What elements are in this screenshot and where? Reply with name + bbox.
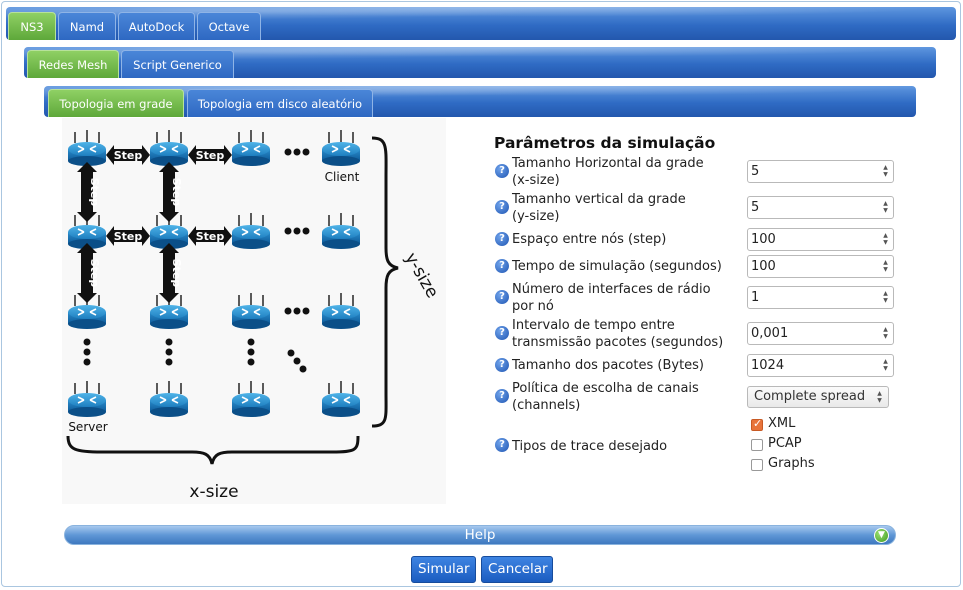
help-icon[interactable]: ?: [495, 259, 509, 273]
second-tabbar: Redes Mesh Script Generico: [24, 47, 936, 78]
help-icon[interactable]: ?: [495, 326, 509, 340]
grid-topology-diagram: Step Step Step Step Step Step Step Step …: [62, 118, 446, 504]
tab-topologia-disco[interactable]: Topologia em disco aleatório: [187, 89, 373, 117]
xml-checkbox[interactable]: [751, 417, 763, 431]
tab-namd[interactable]: Namd: [58, 12, 116, 40]
diagonal-ellipsis-icon: [287, 349, 307, 373]
tab-redes-mesh[interactable]: Redes Mesh: [27, 50, 119, 78]
server-label: Server: [68, 420, 107, 434]
step-label: Step: [114, 230, 143, 243]
help-icon[interactable]: ?: [495, 200, 509, 214]
field-label-y-size: Tamanho vertical da grade (y-size): [512, 192, 686, 224]
pcap-checkbox[interactable]: [751, 439, 763, 451]
spinner-arrows-icon[interactable]: ▲ ▼: [882, 290, 889, 305]
field-label-trace: Tipos de trace desejado: [512, 439, 668, 454]
packet-size-input[interactable]: 1024 ▲ ▼: [747, 354, 894, 377]
graphs-checkbox[interactable]: [751, 459, 763, 471]
cancelar-button[interactable]: Cancelar: [481, 556, 553, 583]
spinner-arrows-icon[interactable]: ▲ ▼: [882, 164, 889, 179]
field-label-x-size: Tamanho Horizontal da grade (x-size): [512, 156, 704, 188]
spinner-arrows-icon[interactable]: ▲ ▼: [882, 358, 889, 373]
select-arrows-icon: ▲ ▼: [877, 390, 882, 404]
tab-topologia-grade[interactable]: Topologia em grade: [48, 89, 184, 117]
router-icon: [231, 129, 271, 167]
spinner-arrows-icon[interactable]: ▲ ▼: [882, 200, 889, 215]
simular-button[interactable]: Simular: [411, 556, 476, 583]
field-label-channels: Política de escolha de canais (channels): [512, 381, 699, 413]
interfaces-input[interactable]: 1 ▲ ▼: [747, 286, 894, 309]
router-icon: [321, 292, 361, 330]
field-label-sim-time: Tempo de simulação (segundos): [512, 259, 722, 274]
xml-label: XML: [768, 416, 796, 431]
help-icon[interactable]: ?: [495, 389, 509, 403]
step-label: Step: [196, 230, 225, 243]
step-label: Step: [196, 149, 225, 162]
router-icon: [231, 292, 271, 330]
ellipsis-icon: [284, 148, 310, 315]
router-icon: [231, 380, 271, 418]
pcap-label: PCAP: [768, 436, 802, 451]
y-size-input[interactable]: 5 ▲ ▼: [747, 196, 894, 219]
help-label: Help: [464, 527, 496, 543]
step-input[interactable]: 100 ▲ ▼: [747, 228, 894, 251]
router-icon: [321, 380, 361, 418]
tab-ns3[interactable]: NS3: [8, 12, 56, 40]
sim-time-input[interactable]: 100 ▲ ▼: [747, 255, 894, 278]
spinner-arrows-icon[interactable]: ▲ ▼: [882, 326, 889, 341]
vertical-ellipsis-icon: [83, 338, 255, 366]
field-label-interval: Intervalo de tempo entre transmissão pac…: [512, 318, 724, 350]
field-label-packet-size: Tamanho dos pacotes (Bytes): [512, 358, 705, 373]
field-label-step: Espaço entre nós (step): [512, 232, 667, 247]
spinner-arrows-icon[interactable]: ▲ ▼: [882, 232, 889, 247]
step-label: Step: [88, 259, 101, 288]
help-icon[interactable]: ?: [495, 358, 509, 372]
router-icon: [231, 212, 271, 250]
field-label-interfaces: Número de interfaces de rádio por nó: [512, 282, 711, 314]
help-bar[interactable]: Help ▼: [64, 525, 896, 545]
tab-script-generico[interactable]: Script Generico: [121, 50, 234, 78]
graphs-label: Graphs: [768, 456, 815, 471]
x-size-label: x-size: [189, 482, 238, 502]
y-size-label: y-size: [400, 249, 442, 301]
params-title: Parâmetros da simulação: [494, 134, 716, 152]
step-label: Step: [170, 178, 183, 207]
interval-input[interactable]: 0,001 ▲ ▼: [747, 322, 894, 345]
tab-autodock[interactable]: AutoDock: [118, 12, 195, 40]
channels-select[interactable]: Complete spread ▲ ▼: [747, 386, 889, 408]
router-icon: [321, 129, 361, 167]
help-icon[interactable]: ?: [495, 232, 509, 246]
router-icon: [149, 380, 189, 418]
step-label: Step: [88, 178, 101, 207]
help-icon[interactable]: ?: [495, 164, 509, 178]
router-icon: [149, 129, 189, 167]
router-icon: [321, 212, 361, 250]
top-tabbar: NS3 Namd AutoDock Octave: [6, 7, 956, 40]
router-icon: [67, 380, 107, 418]
router-icon: [67, 129, 107, 167]
third-tabbar: Topologia em grade Topologia em disco al…: [44, 86, 916, 117]
help-icon[interactable]: ?: [495, 290, 509, 304]
x-size-input[interactable]: 5 ▲ ▼: [747, 160, 894, 183]
help-icon[interactable]: ?: [495, 438, 509, 452]
expand-down-icon[interactable]: ▼: [874, 528, 889, 543]
tab-octave[interactable]: Octave: [197, 12, 261, 40]
step-label: Step: [170, 259, 183, 288]
step-label: Step: [114, 149, 143, 162]
client-label: Client: [325, 170, 360, 184]
spinner-arrows-icon[interactable]: ▲ ▼: [882, 259, 889, 274]
